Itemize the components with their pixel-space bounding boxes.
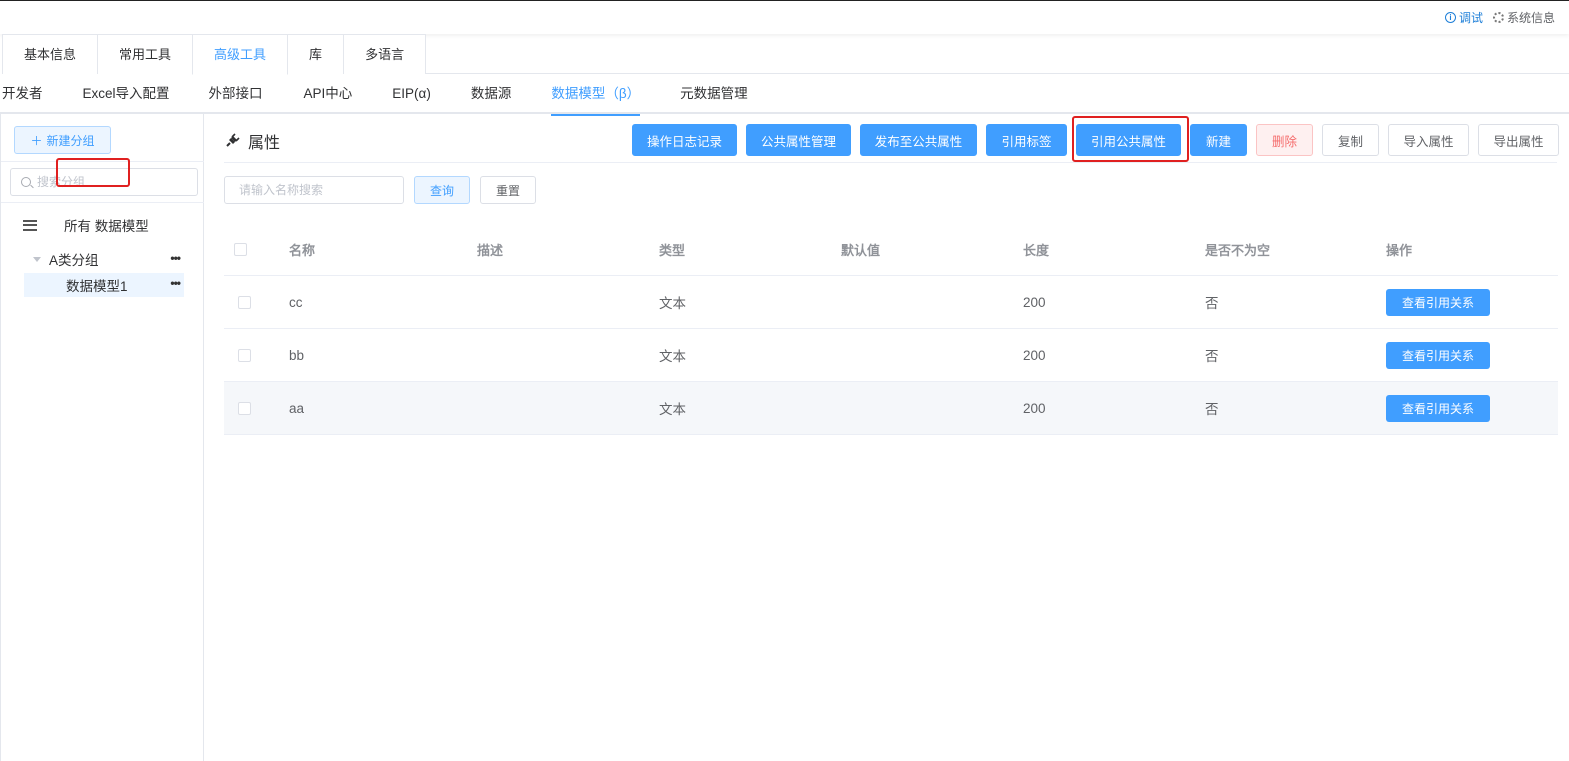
system-info-link[interactable]: 系统信息	[1492, 9, 1555, 26]
tab-advanced-tools[interactable]: 高级工具	[192, 34, 289, 75]
table-row: cc 文本 200 否 查看引用关系	[224, 276, 1558, 329]
header-not-null: 是否不为空	[1205, 243, 1271, 258]
data-model-1-label: 数据模型1	[66, 279, 128, 294]
new-button[interactable]: 新建	[1190, 124, 1247, 156]
subtab-api-center[interactable]: API中心	[304, 74, 353, 114]
subtab-developer[interactable]: 开发者	[2, 74, 43, 114]
cell-name: cc	[289, 294, 303, 310]
tab-basic-info[interactable]: 基本信息	[2, 34, 99, 74]
group-search-input[interactable]	[37, 175, 187, 189]
menu-icon	[23, 219, 37, 231]
all-data-models-item[interactable]: 所有 数据模型	[23, 215, 149, 235]
cell-type: 文本	[659, 402, 686, 417]
new-group-label: 新建分组	[46, 133, 95, 148]
sidebar-divider	[1, 161, 204, 162]
plug-icon	[226, 133, 240, 147]
cell-not-null: 否	[1205, 349, 1219, 364]
caret-down-icon[interactable]	[33, 256, 41, 262]
row-checkbox[interactable]	[238, 295, 251, 309]
export-attr-button[interactable]: 导出属性	[1478, 124, 1559, 156]
view-references-button[interactable]: 查看引用关系	[1386, 341, 1490, 369]
tree-node-group-a[interactable]: A类分组 •••	[24, 248, 184, 270]
header-length: 长度	[1023, 243, 1050, 258]
cell-length: 200	[1023, 294, 1046, 310]
top-tab-bar: 基本信息 常用工具 高级工具 库 多语言	[2, 34, 1569, 75]
ref-public-attr-button[interactable]: 引用公共属性	[1076, 124, 1181, 156]
select-all-checkbox[interactable]	[234, 243, 247, 256]
subtab-excel-import[interactable]: Excel导入配置	[83, 74, 170, 114]
header-description: 描述	[477, 243, 504, 258]
select-all-cell	[234, 224, 247, 275]
header-name: 名称	[289, 243, 316, 258]
subtab-eip[interactable]: EIP(α)	[392, 74, 431, 114]
subtab-datasource[interactable]: 数据源	[471, 74, 512, 114]
group-search-box[interactable]	[10, 168, 198, 196]
sidebar-divider	[1, 202, 204, 203]
app-header: i 调试 系统信息	[0, 0, 1569, 34]
more-icon[interactable]: •••	[170, 252, 181, 264]
subtab-external-api[interactable]: 外部接口	[209, 74, 263, 114]
cell-actions: 查看引用关系	[1386, 382, 1490, 434]
panel-title: 属性	[224, 129, 280, 153]
cell-actions: 查看引用关系	[1386, 329, 1490, 381]
row-select-cell	[238, 276, 251, 328]
public-attr-mgmt-button[interactable]: 公共属性管理	[746, 124, 851, 156]
delete-button[interactable]: 删除	[1256, 124, 1313, 156]
cell-not-null: 否	[1205, 296, 1219, 311]
table-header-row: 名称 描述 类型 默认值 长度 是否不为空 操作	[224, 224, 1558, 276]
panel-title-text: 属性	[248, 135, 281, 152]
header-actions: i 调试 系统信息	[1444, 9, 1555, 26]
cell-actions: 查看引用关系	[1386, 276, 1490, 328]
more-icon[interactable]: •••	[170, 277, 181, 289]
copy-button[interactable]: 复制	[1322, 124, 1379, 156]
cell-name: aa	[289, 400, 305, 416]
tree-node-data-model-1[interactable]: 数据模型1 •••	[24, 273, 184, 297]
row-select-cell	[238, 382, 251, 434]
info-icon: i	[1444, 12, 1456, 23]
query-button[interactable]: 查询	[414, 176, 470, 204]
cell-length: 200	[1023, 347, 1046, 363]
name-search-input[interactable]	[224, 176, 404, 204]
sub-tab-bar: 开发者 Excel导入配置 外部接口 API中心 EIP(α) 数据源 数据模型…	[0, 74, 1569, 116]
publish-public-attr-button[interactable]: 发布至公共属性	[860, 124, 977, 156]
operation-log-button[interactable]: 操作日志记录	[632, 124, 737, 156]
cell-type: 文本	[659, 349, 686, 364]
system-info-label: 系统信息	[1506, 11, 1555, 25]
ref-tag-button[interactable]: 引用标签	[986, 124, 1067, 156]
view-references-button[interactable]: 查看引用关系	[1386, 394, 1490, 422]
group-sidebar: ＋ 新建分组 所有 数据模型 A类分组 ••• 数据模型1 •••	[0, 114, 204, 761]
gear-icon	[1492, 12, 1504, 23]
tab-common-tools[interactable]: 常用工具	[97, 34, 194, 74]
debug-link[interactable]: i 调试	[1444, 9, 1483, 26]
attribute-table: 名称 描述 类型 默认值 长度 是否不为空 操作 cc 文本 200 否 查看引…	[224, 224, 1558, 435]
group-a-label: A类分组	[49, 253, 99, 268]
new-group-button[interactable]: ＋ 新建分组	[14, 126, 111, 154]
cell-type: 文本	[659, 296, 686, 311]
subtab-data-model[interactable]: 数据模型（β）	[551, 74, 640, 116]
search-icon	[21, 177, 31, 187]
header-type: 类型	[659, 243, 686, 258]
cell-length: 200	[1023, 400, 1046, 416]
all-data-models-label: 所有 数据模型	[64, 219, 149, 234]
reset-button[interactable]: 重置	[480, 176, 536, 204]
row-select-cell	[238, 329, 251, 381]
debug-label: 调试	[1458, 11, 1483, 25]
tab-multi-language[interactable]: 多语言	[343, 34, 427, 74]
header-default: 默认值	[841, 243, 881, 258]
row-checkbox[interactable]	[238, 401, 251, 415]
cell-not-null: 否	[1205, 402, 1219, 417]
plus-icon: ＋	[30, 133, 43, 148]
table-row: aa 文本 200 否 查看引用关系	[224, 382, 1558, 435]
row-checkbox[interactable]	[238, 348, 251, 362]
header-actions: 操作	[1386, 243, 1413, 258]
view-references-button[interactable]: 查看引用关系	[1386, 288, 1490, 316]
subtab-metadata-mgmt[interactable]: 元数据管理	[680, 74, 748, 114]
toolbar-divider	[224, 162, 1557, 163]
table-row: bb 文本 200 否 查看引用关系	[224, 329, 1558, 382]
cell-name: bb	[289, 347, 305, 363]
import-attr-button[interactable]: 导入属性	[1388, 124, 1469, 156]
tab-library[interactable]: 库	[287, 34, 345, 74]
